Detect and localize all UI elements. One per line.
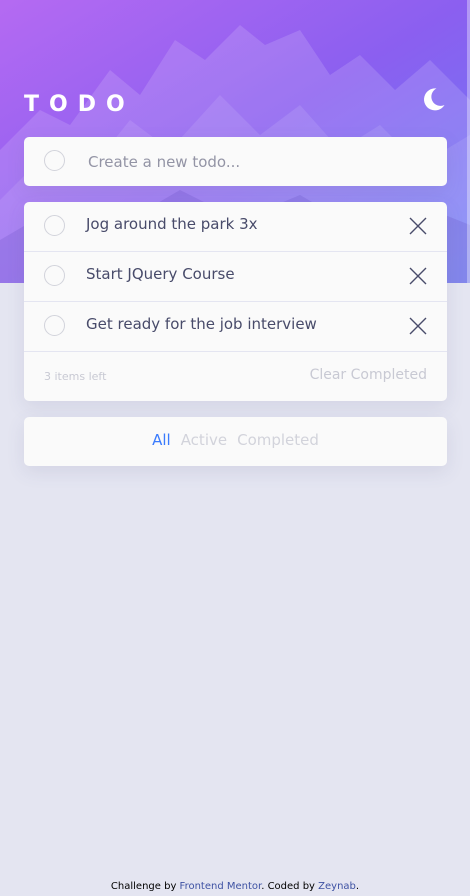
close-icon[interactable] [407, 315, 429, 337]
todo-checkbox[interactable] [44, 315, 65, 336]
items-left-count: 3 items left [44, 370, 107, 383]
todo-list: Jog around the park 3x Start JQuery Cour… [24, 202, 447, 401]
frontend-mentor-link[interactable]: Frontend Mentor [180, 881, 262, 892]
new-todo-card [24, 137, 447, 186]
todo-item: Get ready for the job interview [24, 302, 447, 352]
todo-item: Jog around the park 3x [24, 202, 447, 252]
app-header: TODO [24, 86, 447, 122]
theme-toggle-button[interactable] [419, 86, 447, 114]
filter-bar: All Active Completed [24, 417, 447, 466]
todo-text[interactable]: Start JQuery Course [86, 265, 235, 283]
filter-all[interactable]: All [152, 431, 171, 449]
new-todo-checkbox-icon[interactable] [44, 150, 65, 171]
attribution-suffix: . [355, 881, 360, 892]
todo-text[interactable]: Get ready for the job interview [86, 315, 317, 333]
filter-completed[interactable]: Completed [237, 431, 319, 449]
attribution: Challenge by Frontend Mentor. Coded by Z… [0, 881, 470, 892]
close-icon[interactable] [407, 265, 429, 287]
moon-icon [424, 88, 445, 111]
todo-item: Start JQuery Course [24, 252, 447, 302]
attribution-middle: . Coded by [261, 881, 319, 892]
attribution-prefix: Challenge by [110, 881, 180, 892]
todo-checkbox[interactable] [44, 265, 65, 286]
app-title: TODO [24, 92, 135, 117]
filter-active[interactable]: Active [181, 431, 227, 449]
clear-completed-button[interactable]: Clear Completed [310, 367, 427, 383]
filter-tabs: All Active Completed [24, 431, 447, 449]
todo-text[interactable]: Jog around the park 3x [86, 215, 258, 233]
author-link[interactable]: Zeynab [318, 881, 356, 892]
todo-checkbox[interactable] [44, 215, 65, 236]
close-icon[interactable] [407, 215, 429, 237]
new-todo-input[interactable] [88, 137, 418, 186]
list-footer: 3 items left Clear Completed [24, 352, 447, 401]
